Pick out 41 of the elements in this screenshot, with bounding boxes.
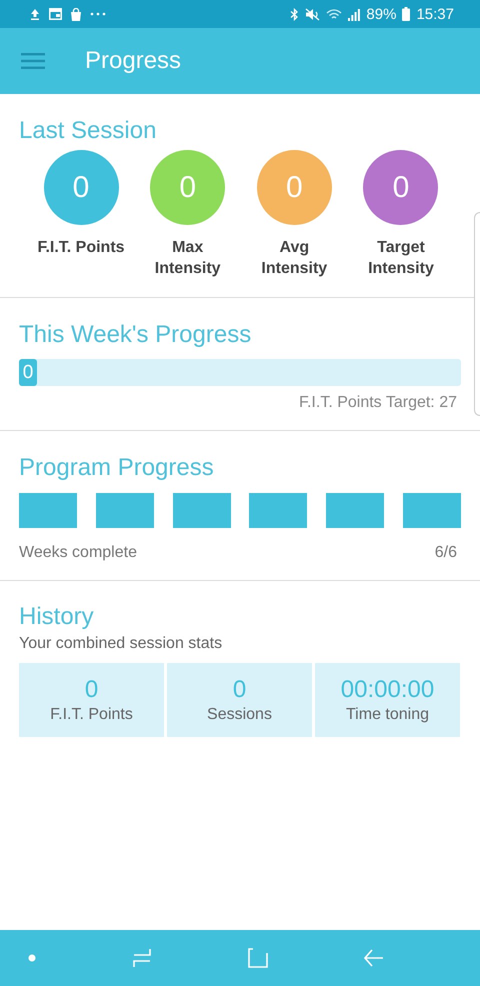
recent-apps-icon[interactable] <box>132 948 152 968</box>
stat-circle: 0 <box>363 150 438 225</box>
stat-circle: 0 <box>150 150 226 225</box>
clock: 15:37 <box>416 6 454 22</box>
calendar-icon <box>49 8 62 20</box>
upload-icon <box>29 8 41 20</box>
bluetooth-icon <box>290 8 300 20</box>
dot-icon[interactable] <box>28 954 36 962</box>
app-title: Progress <box>85 47 182 75</box>
tile-value: 0 <box>84 676 98 704</box>
progress-fill: 0 <box>19 359 37 386</box>
signal-icon <box>348 8 360 20</box>
section-title: This Week's Progress <box>19 320 252 350</box>
more-icon <box>90 12 106 16</box>
edge-panel-handle[interactable] <box>474 212 480 416</box>
stat-label: Max Intensity <box>154 238 222 279</box>
section-title: Last Session <box>19 116 158 146</box>
section-title: History <box>19 603 95 631</box>
stat-label: F.I.T. Points <box>36 238 126 258</box>
weeks-label: Weeks complete <box>19 544 137 562</box>
battery-percent: 89% <box>366 6 396 22</box>
weeks-count: 6/6 <box>434 544 457 562</box>
stat-circle: 0 <box>256 150 332 225</box>
section-title: Program Progress <box>19 453 215 483</box>
bag-icon <box>70 8 82 20</box>
stat-circle: 0 <box>44 150 118 225</box>
tile-label: Time toning <box>346 706 429 724</box>
stat-label: Target Intensity <box>367 238 435 279</box>
mute-icon <box>305 8 320 20</box>
back-icon[interactable] <box>364 949 384 967</box>
battery-icon <box>402 7 410 21</box>
tile-label: F.I.T. Points <box>50 706 133 724</box>
section-subtitle: Your combined session stats <box>19 635 224 653</box>
menu-icon[interactable] <box>21 53 45 69</box>
tile-value: 0 <box>232 676 246 704</box>
target-text: F.I.T. Points Target: 27 <box>298 394 457 412</box>
stat-label: Avg Intensity <box>260 238 328 279</box>
tile-value: 00:00:00 <box>340 676 434 704</box>
home-icon[interactable] <box>248 948 268 968</box>
wifi-icon <box>326 8 342 20</box>
tile-label: Sessions <box>207 706 272 724</box>
